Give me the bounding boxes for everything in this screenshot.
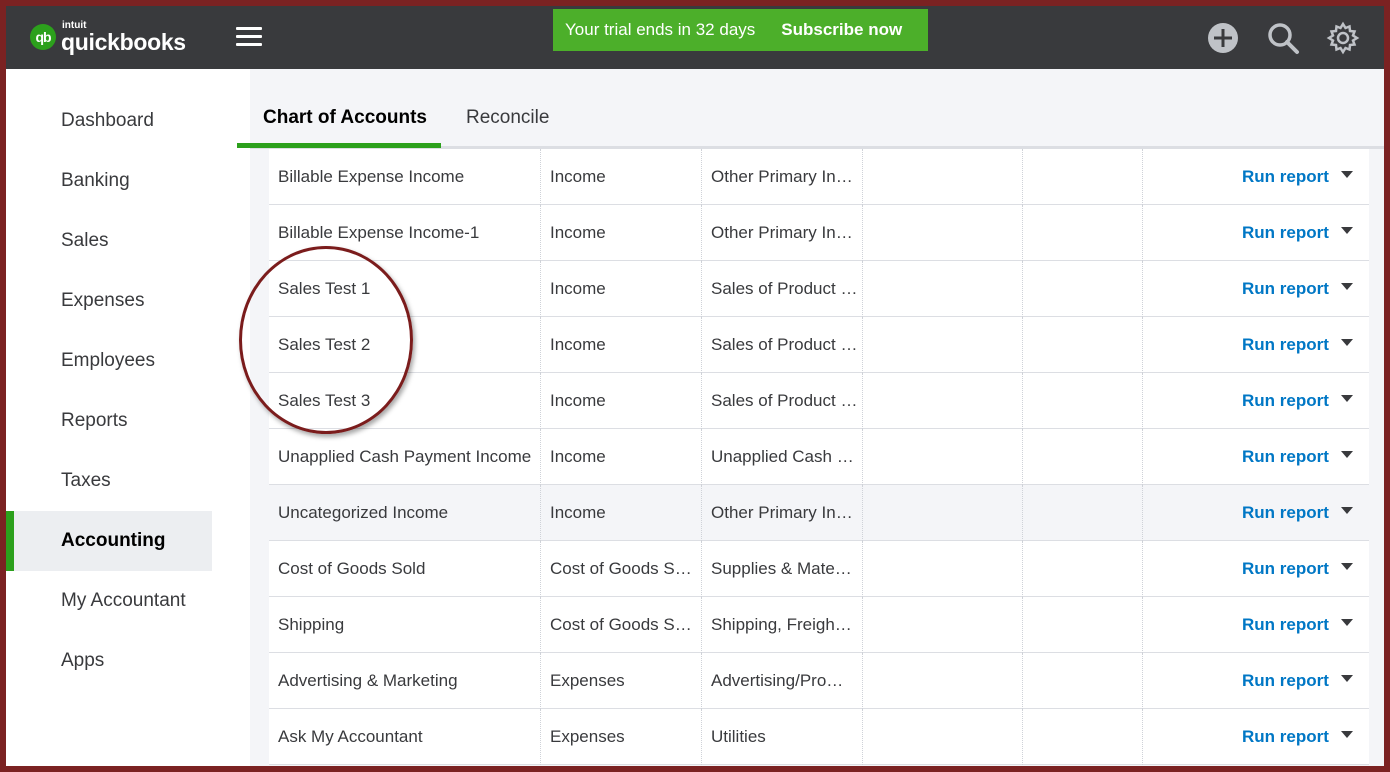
tab-bar: Chart of Accounts Reconcile (237, 69, 1384, 149)
top-bar: qb intuit quickbooks Your trial ends in … (6, 6, 1384, 69)
account-name: Sales Test 1 (278, 279, 371, 298)
detail-type: Other Primary In… (711, 503, 853, 522)
chevron-down-icon[interactable] (1341, 563, 1353, 570)
account-name: Uncategorized Income (278, 503, 449, 522)
account-type: Income (550, 447, 606, 466)
detail-type: Sales of Product … (711, 279, 856, 298)
sidebar: Dashboard Banking Sales Expenses Employe… (6, 69, 250, 766)
account-name: Shipping (278, 615, 345, 634)
tab-chart-of-accounts[interactable]: Chart of Accounts (263, 107, 427, 129)
detail-type: Other Primary In… (711, 167, 853, 186)
account-name: Ask My Accountant (278, 727, 423, 746)
run-report-button[interactable]: Run report (1242, 429, 1329, 485)
run-report-button[interactable]: Run report (1242, 317, 1329, 373)
account-name: Sales Test 2 (278, 335, 371, 354)
table-row[interactable]: Advertising & Marketing Expenses Adverti… (269, 653, 1369, 709)
run-report-button[interactable]: Run report (1242, 653, 1329, 709)
table-row[interactable]: Billable Expense Income Income Other Pri… (269, 149, 1369, 205)
plus-circle-icon[interactable] (1206, 21, 1240, 55)
menu-icon[interactable] (236, 27, 262, 47)
chevron-down-icon[interactable] (1341, 283, 1353, 290)
active-tab-indicator (237, 143, 441, 148)
account-type: Cost of Goods S… (550, 559, 690, 578)
account-name: Unapplied Cash Payment Income (278, 447, 532, 466)
table-row[interactable]: Sales Test 1 Income Sales of Product … R… (269, 261, 1369, 317)
subscribe-button[interactable]: Subscribe now (781, 20, 902, 40)
trial-text: Your trial ends in 32 days (565, 20, 756, 39)
tab-reconcile[interactable]: Reconcile (466, 107, 549, 129)
sidebar-item-reports[interactable]: Reports (6, 391, 212, 451)
table-row[interactable]: Uncategorized Income Income Other Primar… (269, 485, 1369, 541)
sidebar-item-accounting[interactable]: Accounting (6, 511, 212, 571)
account-type: Income (550, 335, 606, 354)
detail-type: Sales of Product … (711, 391, 856, 410)
gear-icon[interactable] (1326, 21, 1360, 55)
run-report-button[interactable]: Run report (1242, 485, 1329, 541)
account-name: Advertising & Marketing (278, 671, 458, 690)
table-row[interactable]: Sales Test 3 Income Sales of Product … R… (269, 373, 1369, 429)
sidebar-item-my-accountant[interactable]: My Accountant (6, 571, 212, 631)
sidebar-item-banking[interactable]: Banking (6, 151, 212, 211)
table-row[interactable]: Ask My Accountant Expenses Utilities Run… (269, 709, 1369, 765)
chevron-down-icon[interactable] (1341, 171, 1353, 178)
account-type: Income (550, 167, 606, 186)
chevron-down-icon[interactable] (1341, 395, 1353, 402)
sidebar-item-taxes[interactable]: Taxes (6, 451, 212, 511)
run-report-button[interactable]: Run report (1242, 709, 1329, 765)
table-row[interactable]: Shipping Cost of Goods S… Shipping, Frei… (269, 597, 1369, 653)
run-report-button[interactable]: Run report (1242, 149, 1329, 205)
sidebar-item-expenses[interactable]: Expenses (6, 271, 212, 331)
chevron-down-icon[interactable] (1341, 731, 1353, 738)
table-row[interactable]: Billable Expense Income-1 Income Other P… (269, 205, 1369, 261)
account-type: Cost of Goods S… (550, 615, 690, 634)
logo-name: quickbooks (61, 29, 186, 55)
chevron-down-icon[interactable] (1341, 675, 1353, 682)
account-type: Expenses (550, 671, 625, 690)
account-name: Sales Test 3 (278, 391, 371, 410)
detail-type: Sales of Product … (711, 335, 856, 354)
chevron-down-icon[interactable] (1341, 339, 1353, 346)
account-type: Expenses (550, 727, 625, 746)
table-row[interactable]: Unapplied Cash Payment Income Income Una… (269, 429, 1369, 485)
sidebar-item-employees[interactable]: Employees (6, 331, 212, 391)
accounts-table: Billable Expense Income Income Other Pri… (269, 149, 1369, 765)
detail-type: Advertising/Pro… (711, 671, 844, 690)
account-name: Billable Expense Income (278, 167, 465, 186)
sidebar-item-sales[interactable]: Sales (6, 211, 212, 271)
run-report-button[interactable]: Run report (1242, 597, 1329, 653)
chevron-down-icon[interactable] (1341, 619, 1353, 626)
logo-mark: qb (30, 24, 56, 50)
account-type: Income (550, 503, 606, 522)
detail-type: Supplies & Mate… (711, 559, 852, 578)
detail-type: Shipping, Freigh… (711, 615, 852, 634)
chevron-down-icon[interactable] (1341, 507, 1353, 514)
account-type: Income (550, 223, 606, 242)
detail-type: Utilities (711, 727, 766, 746)
detail-type: Unapplied Cash … (711, 447, 854, 466)
account-name: Billable Expense Income-1 (278, 223, 480, 242)
account-type: Income (550, 279, 606, 298)
table-row[interactable]: Cost of Goods Sold Cost of Goods S… Supp… (269, 541, 1369, 597)
main-content: Chart of Accounts Reconcile Billable Exp… (237, 69, 1384, 766)
run-report-button[interactable]: Run report (1242, 205, 1329, 261)
run-report-button[interactable]: Run report (1242, 541, 1329, 597)
run-report-button[interactable]: Run report (1242, 261, 1329, 317)
run-report-button[interactable]: Run report (1242, 373, 1329, 429)
sidebar-item-apps[interactable]: Apps (6, 631, 212, 691)
app-window: qb intuit quickbooks Your trial ends in … (6, 6, 1384, 766)
sidebar-item-dashboard[interactable]: Dashboard (6, 91, 212, 151)
chevron-down-icon[interactable] (1341, 227, 1353, 234)
search-icon[interactable] (1266, 21, 1300, 55)
detail-type: Other Primary In… (711, 223, 853, 242)
account-type: Income (550, 391, 606, 410)
chevron-down-icon[interactable] (1341, 451, 1353, 458)
account-name: Cost of Goods Sold (278, 559, 426, 578)
table-row[interactable]: Sales Test 2 Income Sales of Product … R… (269, 317, 1369, 373)
trial-banner: Your trial ends in 32 days Subscribe now (553, 9, 928, 51)
